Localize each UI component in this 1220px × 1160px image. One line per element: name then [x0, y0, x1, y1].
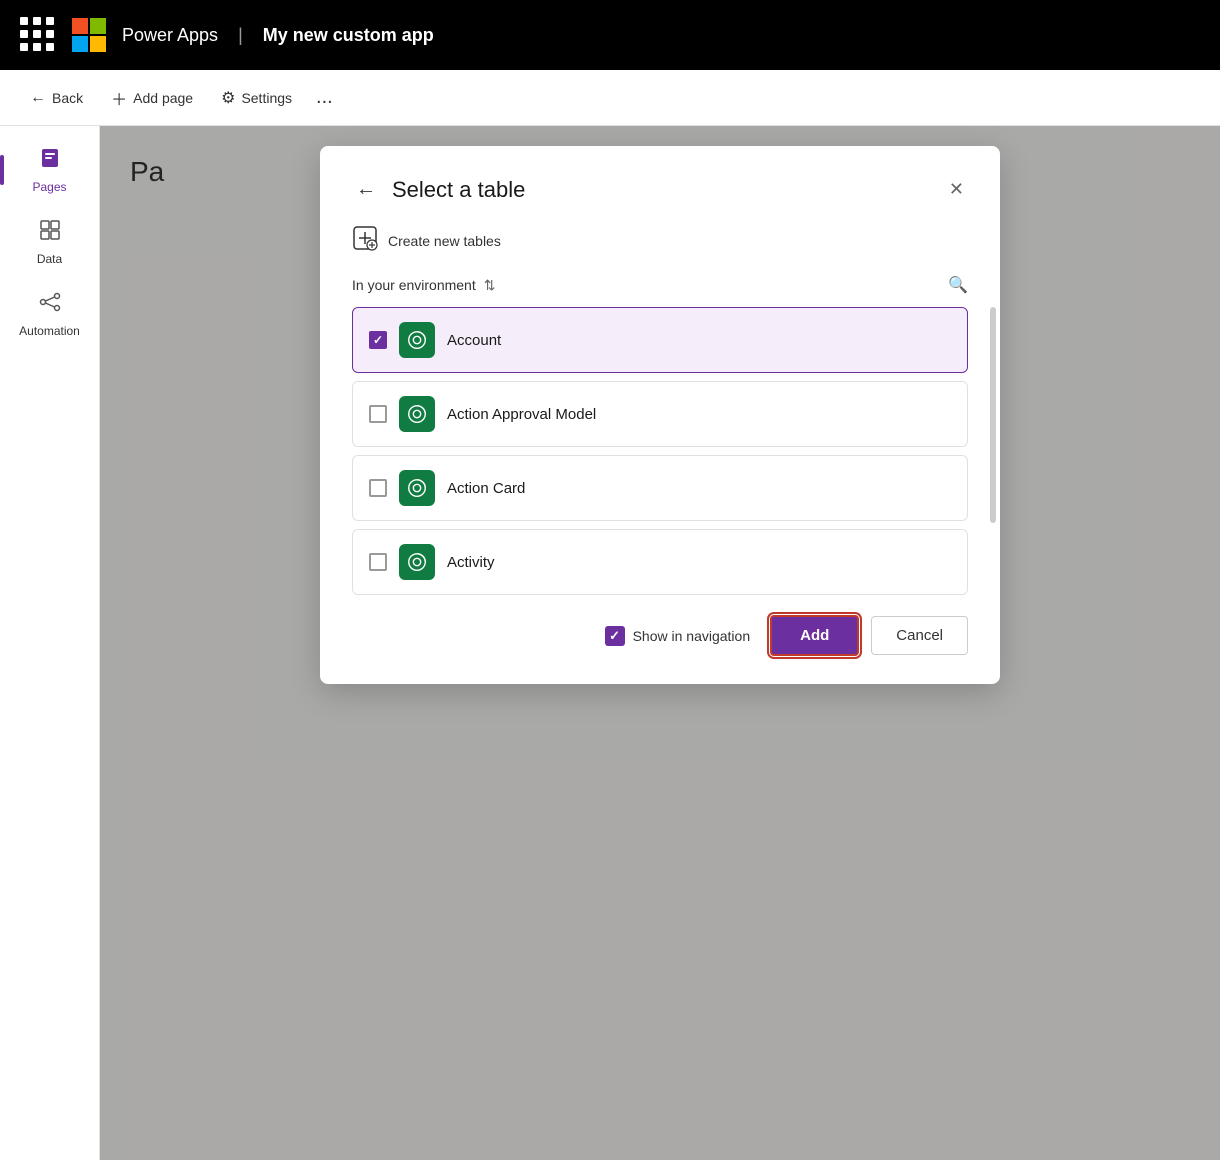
grid-icon[interactable]: [20, 17, 56, 53]
table-item-action-approval-model[interactable]: Action Approval Model: [352, 381, 968, 447]
environment-label: In your environment: [352, 277, 476, 293]
microsoft-logo: [72, 18, 106, 52]
dialog-close-button[interactable]: ✕: [945, 175, 968, 204]
activity-checkbox[interactable]: [369, 553, 387, 571]
show-in-navigation-label: Show in navigation: [633, 628, 751, 644]
scrollbar[interactable]: [990, 307, 996, 522]
table-item-activity[interactable]: Activity: [352, 529, 968, 595]
sidebar-item-data[interactable]: Data: [10, 208, 90, 276]
environment-row: In your environment ⇅ 🔍: [352, 275, 968, 295]
table-list: Account Action Approval Model: [352, 307, 968, 595]
table-item-account[interactable]: Account: [352, 307, 968, 373]
data-label: Data: [37, 252, 62, 266]
back-label: Back: [52, 90, 83, 106]
sort-icon[interactable]: ⇅: [484, 277, 496, 294]
account-table-icon: [399, 322, 435, 358]
add-button[interactable]: Add: [770, 615, 859, 656]
action-card-label: Action Card: [447, 480, 525, 497]
create-new-tables-label: Create new tables: [388, 233, 501, 249]
create-new-tables-row[interactable]: Create new tables: [352, 225, 968, 257]
more-options-button[interactable]: ...: [310, 80, 339, 115]
top-bar: Power Apps | My new custom app: [0, 0, 1220, 70]
account-label: Account: [447, 332, 501, 349]
content-area: Pa ← Select a table ✕: [100, 126, 1220, 1160]
dialog-back-button[interactable]: ←: [352, 174, 380, 205]
search-icon[interactable]: 🔍: [948, 275, 968, 295]
settings-button[interactable]: ⚙ Settings: [211, 82, 302, 114]
pages-icon: [38, 146, 62, 176]
add-page-button[interactable]: ＋ Add page: [101, 80, 203, 116]
show-in-navigation-checkbox[interactable]: [605, 626, 625, 646]
account-checkbox[interactable]: [369, 331, 387, 349]
separator: |: [238, 25, 243, 46]
back-arrow-icon: ←: [30, 89, 46, 107]
action-approval-table-icon: [399, 396, 435, 432]
action-approval-checkbox[interactable]: [369, 405, 387, 423]
action-card-table-icon: [399, 470, 435, 506]
cancel-button[interactable]: Cancel: [871, 616, 968, 655]
pages-label: Pages: [32, 180, 66, 194]
dialog-header: ← Select a table ✕: [352, 174, 968, 205]
gear-icon: ⚙: [221, 88, 235, 108]
table-item-action-card[interactable]: Action Card: [352, 455, 968, 521]
dialog-bottom: Show in navigation Add Cancel: [352, 615, 968, 656]
data-icon: [38, 218, 62, 248]
back-button[interactable]: ← Back: [20, 83, 93, 113]
activity-label: Activity: [447, 554, 495, 571]
main-layout: Pages Data: [0, 126, 1220, 1160]
sidebar-item-pages[interactable]: Pages: [10, 136, 90, 204]
dialog-title-row: ← Select a table: [352, 174, 525, 205]
toolbar: ← Back ＋ Add page ⚙ Settings ...: [0, 70, 1220, 126]
show-in-navigation-row: Show in navigation: [605, 626, 751, 646]
sidebar-item-automation[interactable]: Automation: [10, 280, 90, 348]
add-page-label: Add page: [133, 90, 193, 106]
product-name: Power Apps: [122, 25, 218, 46]
app-name: My new custom app: [263, 25, 434, 46]
sidebar: Pages Data: [0, 126, 100, 1160]
dialog-title: Select a table: [392, 177, 525, 203]
automation-icon: [38, 290, 62, 320]
settings-label: Settings: [241, 90, 292, 106]
action-approval-label: Action Approval Model: [447, 406, 596, 423]
action-card-checkbox[interactable]: [369, 479, 387, 497]
automation-label: Automation: [19, 324, 80, 338]
plus-icon: ＋: [111, 86, 127, 110]
select-table-dialog: ← Select a table ✕ Create: [320, 146, 1000, 684]
create-table-icon: [352, 225, 378, 257]
environment-label-row: In your environment ⇅: [352, 277, 495, 294]
activity-table-icon: [399, 544, 435, 580]
